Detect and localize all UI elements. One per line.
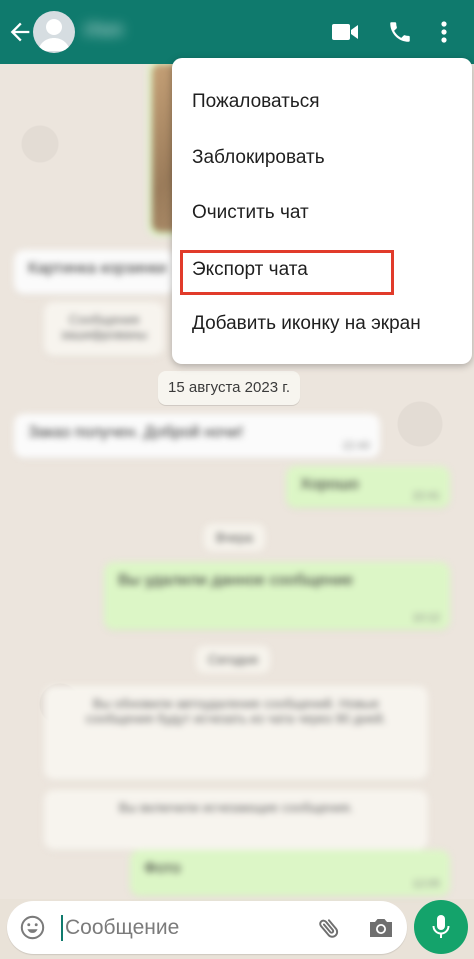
message-input[interactable] [65, 911, 305, 945]
contact-name[interactable]: Имя [84, 19, 123, 42]
menu-item-export-chat[interactable]: Экспорт чата [172, 242, 472, 298]
voice-record-button[interactable] [414, 900, 468, 954]
phone-icon[interactable] [387, 19, 413, 45]
date-chip: 15 августа 2023 г. [158, 371, 301, 405]
menu-item-clear-chat[interactable]: Очистить чат [172, 185, 472, 241]
emoji-icon[interactable] [19, 914, 46, 941]
chat-header: Имя [0, 0, 474, 64]
back-arrow-icon[interactable] [6, 18, 34, 46]
system-message: Вы включили исчезающие сообщения. [44, 790, 428, 850]
text-caret [61, 915, 63, 941]
paperclip-icon[interactable] [316, 913, 342, 943]
microphone-icon [432, 915, 450, 938]
message-bubble[interactable]: Заказ получен. Доброй ночи! 22:40 [14, 414, 380, 458]
message-composer [7, 901, 407, 954]
system-message: Сообщения зашифрованы [44, 302, 164, 356]
day-chip: Сегодня [196, 646, 270, 673]
day-chip: Вчера [204, 524, 265, 551]
message-bubble[interactable]: Хорошо 22:41 [286, 466, 450, 508]
menu-item-add-shortcut[interactable]: Добавить иконку на экран [172, 296, 472, 352]
camera-icon[interactable] [367, 915, 395, 941]
message-bubble[interactable]: Фото 12:05 [130, 850, 450, 896]
menu-item-block[interactable]: Заблокировать [172, 130, 472, 186]
avatar-icon [38, 19, 70, 51]
overflow-menu: Пожаловаться Заблокировать Очистить чат … [172, 58, 472, 364]
more-vertical-icon[interactable] [438, 18, 450, 46]
message-bubble[interactable]: Вы удалили данное сообщение 10:12 [104, 562, 450, 630]
menu-item-report[interactable]: Пожаловаться [172, 74, 472, 130]
contact-avatar[interactable] [33, 11, 75, 53]
video-call-icon[interactable] [330, 19, 360, 45]
system-message: Вы обновили автоудаление сообщений. Новы… [44, 686, 428, 780]
message-bubble[interactable]: Картинка корзинки [14, 250, 176, 294]
